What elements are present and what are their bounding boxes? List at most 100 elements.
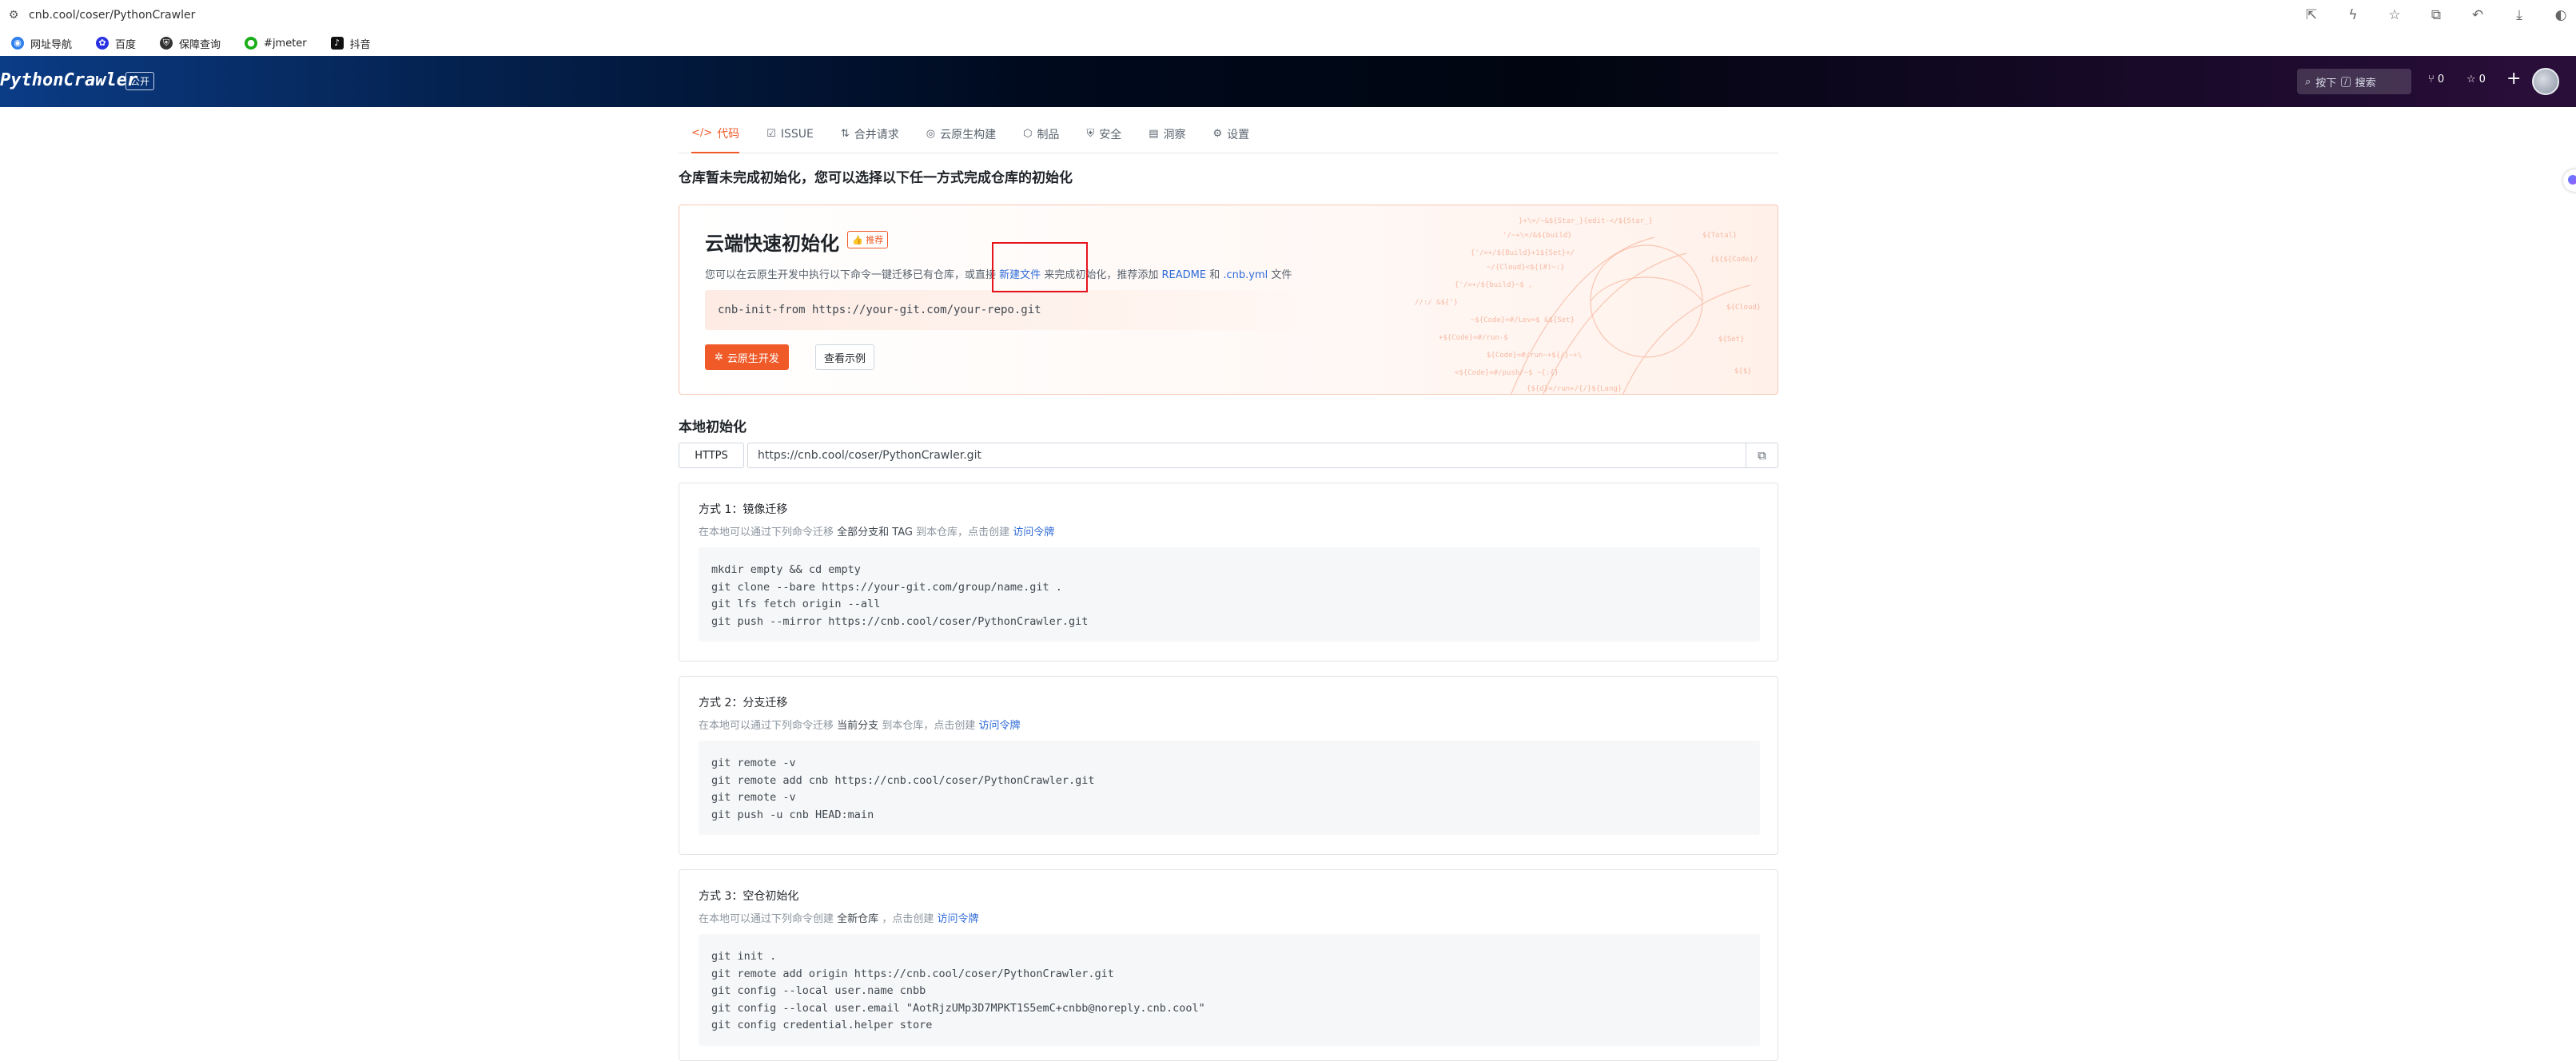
svg-text://:/ &${'}: //:/ &${'}: [1415, 299, 1458, 307]
bookmark-label: 网址导航: [30, 38, 73, 51]
code-line: mkdir empty && cd empty: [711, 563, 861, 576]
svg-text:${Total}: ${Total}: [1702, 232, 1737, 240]
bookmark-item[interactable]: ♪ 抖音: [330, 36, 371, 51]
code-block[interactable]: mkdir empty && cd empty git clone --bare…: [699, 547, 1760, 642]
svg-text:${Code}=#/run~+${/}~+\: ${Code}=#/run~+${/}~+\: [1487, 352, 1582, 360]
desc-text: 在本地可以通过下列命令创建: [699, 913, 834, 925]
desc-text: 文件: [1271, 269, 1292, 281]
tab-label: 设置: [1227, 128, 1250, 141]
cloud-init-card: }+\=/~&${Star_}{edit-</${Star_} '/~+\=/&…: [679, 205, 1778, 395]
browser-actions: ⇱ ϟ ☆ ⧉ ↶ ⤓ ◐: [2303, 5, 2570, 26]
avatar[interactable]: [2532, 68, 2559, 95]
method-card-empty-init: 方式 3：空仓初始化 在本地可以通过下列命令创建 全新仓库 ，点击创建 访问令牌…: [679, 869, 1778, 1061]
cloud-dev-button[interactable]: ✲ 云原生开发: [705, 344, 789, 370]
lightning-icon[interactable]: ϟ: [2344, 7, 2362, 23]
cloud-init-description: 您可以在云原生开发中执行以下命令一键迁移已有仓库，或直接 新建文件 来完成初始化…: [705, 266, 1292, 281]
protocol-selector[interactable]: HTTPS: [679, 443, 744, 468]
bookmark-item[interactable]: ✿ 百度: [96, 36, 136, 51]
tab-insights[interactable]: ▤ 洞察: [1149, 115, 1185, 153]
svg-text:{'/=+/${Build}+1${Set}+/: {'/=+/${Build}+1${Set}+/: [1471, 249, 1575, 257]
merge-icon: ⇅: [840, 128, 850, 140]
url-field[interactable]: cnb.cool/coser/PythonCrawler: [29, 9, 195, 22]
cloud-icon: ✲: [715, 351, 723, 364]
repo-name[interactable]: PythonCrawler: [0, 70, 137, 90]
svg-text:'/~+\=/&${build}: '/~+\=/&${build}: [1503, 232, 1572, 240]
tab-code[interactable]: </> 代码: [691, 115, 740, 153]
tab-label: 代码: [717, 127, 740, 141]
tab-security[interactable]: ⛨ 安全: [1086, 115, 1121, 153]
desc-text: ，点击创建: [882, 913, 934, 925]
tab-label: ISSUE: [780, 127, 814, 141]
build-icon: ◎: [926, 128, 936, 140]
share-icon[interactable]: ⇱: [2303, 7, 2320, 23]
desc-text: 到本仓库，点击创建: [916, 527, 1010, 538]
cnb-yml-link[interactable]: .cnb.yml: [1223, 269, 1268, 281]
code-block[interactable]: git init . git remote add origin https:/…: [699, 934, 1760, 1046]
tab-issue[interactable]: ☑ ISSUE: [766, 115, 814, 153]
clone-url-input[interactable]: https://cnb.cool/coser/PythonCrawler.git…: [747, 443, 1778, 468]
bookmark-label: 保障查询: [179, 38, 221, 51]
new-file-link[interactable]: 新建文件: [999, 269, 1041, 281]
profile-icon[interactable]: ◐: [2552, 7, 2570, 23]
star-icon[interactable]: ☆: [2386, 7, 2403, 23]
tab-merge-requests[interactable]: ⇅ 合并请求: [841, 115, 899, 153]
tab-artifacts[interactable]: ⬡ 制品: [1023, 115, 1059, 153]
svg-text:{${d}=/run+/{/}${Lang}: {${d}=/run+/{/}${Lang}: [1527, 385, 1622, 393]
bookmark-item[interactable]: ◉ 网址导航: [11, 36, 72, 51]
init-command-box[interactable]: cnb-init-from https://your-git.com/your-…: [705, 290, 1352, 330]
button-label: 云原生开发: [727, 352, 779, 365]
package-icon: ⬡: [1023, 128, 1033, 140]
fork-count[interactable]: ⑂ 0: [2428, 74, 2444, 85]
init-notice: 仓库暂未完成初始化，您可以选择以下任一方式完成仓库的初始化: [679, 170, 1073, 186]
app-header: PythonCrawler 公开 ⌕ 按下 / 搜索 ⑂ 0 ☆ 0 +: [0, 56, 2576, 107]
assistant-icon: [2568, 175, 2576, 185]
desc-text: 和: [1209, 269, 1220, 281]
undo-icon[interactable]: ↶: [2469, 7, 2486, 23]
bookmark-item[interactable]: ⛨ 保障查询: [160, 36, 221, 51]
bookmark-item[interactable]: ● #jmeter: [245, 37, 307, 50]
method-title: 方式 3：空仓初始化: [699, 890, 799, 903]
site-settings-icon[interactable]: ⚙: [6, 8, 21, 22]
search-key-hint: 按下: [2315, 77, 2337, 89]
extension-icon[interactable]: ⧉: [2427, 7, 2445, 23]
slash-key: /: [2341, 76, 2351, 87]
assistant-widget[interactable]: [2563, 169, 2576, 192]
access-token-link[interactable]: 访问令牌: [937, 913, 978, 925]
method-description: 在本地可以通过下列命令迁移 全部分支和 TAG 到本仓库，点击创建 访问令牌: [699, 523, 1054, 538]
method-card-branch: 方式 2：分支迁移 在本地可以通过下列命令迁移 当前分支 到本仓库，点击创建 访…: [679, 676, 1778, 855]
svg-text:<${Code}=#/push/~$ ~{:{}: <${Code}=#/push/~$ ~{:{}: [1455, 369, 1559, 377]
star-count[interactable]: ☆ 0: [2467, 74, 2486, 85]
method-description: 在本地可以通过下列命令迁移 当前分支 到本仓库，点击创建 访问令牌: [699, 717, 1020, 732]
search-box[interactable]: ⌕ 按下 / 搜索: [2297, 69, 2411, 94]
readme-link[interactable]: README: [1161, 269, 1206, 281]
desc-text: 来完成初始化，推荐添加: [1044, 269, 1159, 281]
plus-icon[interactable]: +: [2506, 69, 2521, 89]
fork-count-value: 0: [2437, 74, 2445, 85]
thumbs-up-icon: 👍: [852, 235, 863, 245]
method-description: 在本地可以通过下列命令创建 全新仓库 ，点击创建 访问令牌: [699, 910, 978, 925]
access-token-link[interactable]: 访问令牌: [1013, 527, 1054, 538]
clone-url-row: HTTPS https://cnb.cool/coser/PythonCrawl…: [679, 443, 1778, 468]
globe-icon: ◉: [11, 37, 24, 50]
access-token-link[interactable]: 访问令牌: [978, 720, 1020, 732]
tab-label: 合并请求: [854, 128, 899, 141]
tab-label: 制品: [1037, 128, 1060, 141]
tab-settings[interactable]: ⚙ 设置: [1213, 115, 1250, 153]
copy-icon[interactable]: ⧉: [1746, 443, 1778, 467]
desc-text: 您可以在云原生开发中执行以下命令一键迁移已有仓库，或直接: [705, 269, 997, 281]
recommend-badge: 👍 推荐: [847, 231, 889, 248]
star-icon: ☆: [2467, 74, 2476, 85]
star-count-value: 0: [2478, 74, 2486, 85]
tab-cloud-build[interactable]: ◎ 云原生构建: [926, 115, 996, 153]
desc-text: 到本仓库，点击创建: [882, 720, 976, 732]
code-block[interactable]: git remote -v git remote add cnb https:/…: [699, 741, 1760, 836]
download-icon[interactable]: ⤓: [2510, 7, 2528, 23]
code-line: git remote -v: [711, 791, 796, 805]
wechat-icon: ●: [245, 37, 258, 50]
view-example-button[interactable]: 查看示例: [815, 344, 875, 370]
svg-text:${$}: ${$}: [1734, 368, 1752, 376]
code-line: git clone --bare https://your-git.com/gr…: [711, 580, 1062, 594]
browser-address-bar: ⚙ cnb.cool/coser/PythonCrawler ⇱ ϟ ☆ ⧉ ↶…: [0, 0, 2576, 30]
svg-text:${Set}: ${Set}: [1718, 336, 1745, 344]
desc-strong: 全新仓库: [837, 913, 879, 925]
